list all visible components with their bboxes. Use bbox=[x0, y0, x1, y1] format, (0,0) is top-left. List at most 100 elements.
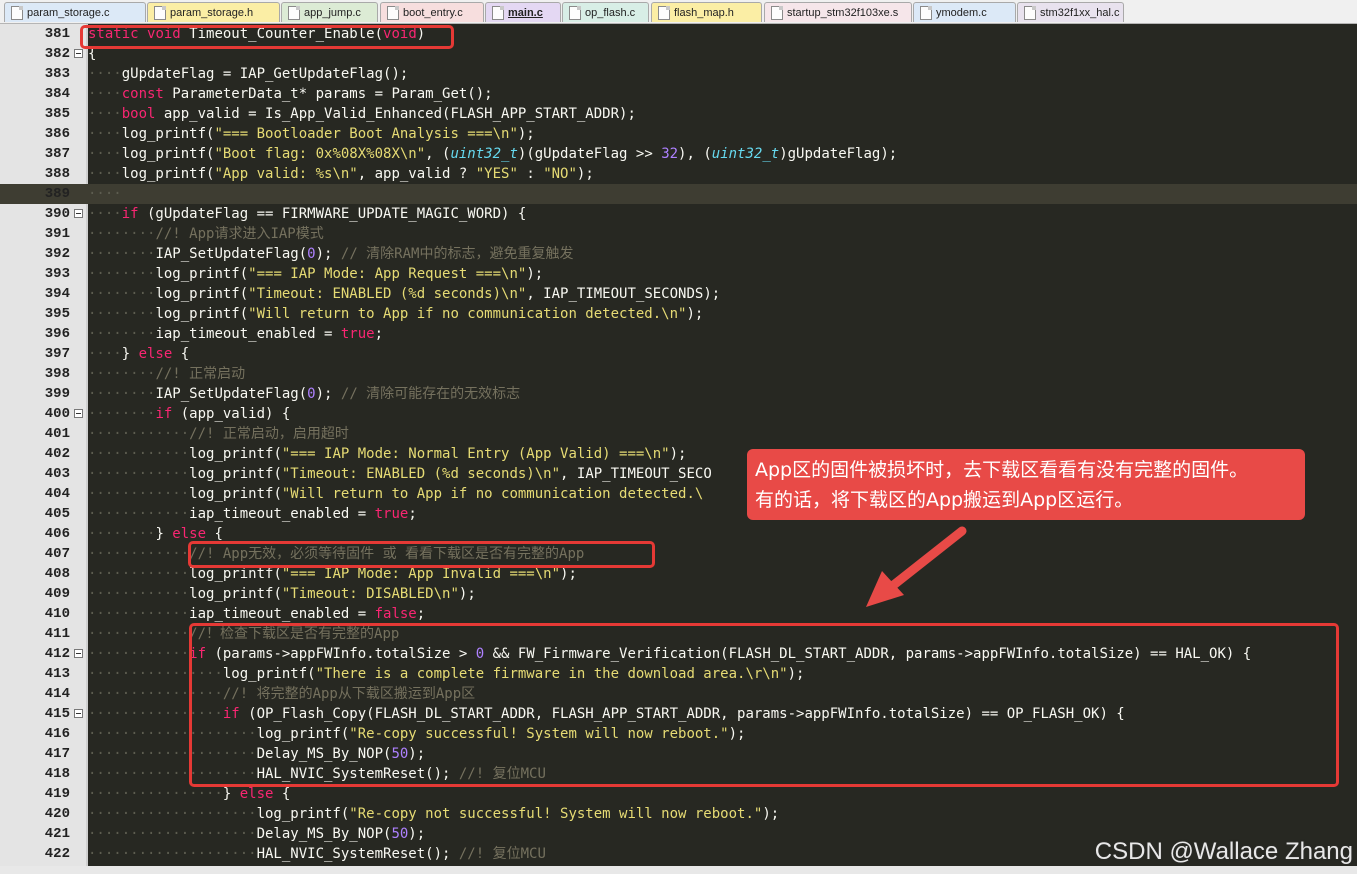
tab-stm32f1xx-hal-c[interactable]: stm32f1xx_hal.c bbox=[1017, 2, 1124, 22]
code-text: ····················log_printf("Re-copy … bbox=[88, 804, 779, 824]
code-line[interactable]: 412 ············if (params->appFWInfo.tot… bbox=[0, 644, 1357, 664]
code-line[interactable]: 396 ········iap_timeout_enabled = true; bbox=[0, 324, 1357, 344]
indent-guide: ················ bbox=[88, 686, 223, 702]
code-token: static bbox=[88, 26, 139, 42]
code-token: gUpdateFlag = IAP_GetUpdateFlag(); bbox=[121, 66, 409, 82]
indent-guide: ············ bbox=[88, 606, 190, 622]
code-token: log_printf( bbox=[189, 586, 282, 602]
code-text: { bbox=[88, 44, 96, 64]
line-number: 386 bbox=[44, 126, 70, 142]
code-text: ········IAP_SetUpdateFlag(0); // 清除可能存在的… bbox=[88, 384, 520, 404]
tab-op-flash-c[interactable]: op_flash.c bbox=[562, 2, 649, 22]
code-text: ················} else { bbox=[88, 784, 290, 804]
code-line[interactable]: 393 ········log_printf("=== IAP Mode: App… bbox=[0, 264, 1357, 284]
code-line[interactable]: 418 ····················HAL_NVIC_SystemRe… bbox=[0, 764, 1357, 784]
code-line[interactable]: 388 ····log_printf("App valid: %s\n", app… bbox=[0, 164, 1357, 184]
line-number: 415 bbox=[44, 706, 70, 722]
line-number: 384 bbox=[44, 86, 70, 102]
code-text: ····bool app_valid = Is_App_Valid_Enhanc… bbox=[88, 104, 636, 124]
code-token: else bbox=[172, 526, 207, 542]
tab-param-storage-h[interactable]: param_storage.h bbox=[147, 2, 280, 22]
tab-app-jump-c[interactable]: app_jump.c bbox=[281, 2, 378, 22]
code-line[interactable]: 384 ····const ParameterData_t* params = P… bbox=[0, 84, 1357, 104]
code-token: "There is a complete firmware in the dow… bbox=[315, 666, 788, 682]
indent-guide: ···· bbox=[88, 206, 122, 222]
code-token: , app_valid ? bbox=[357, 166, 476, 182]
code-line[interactable]: 400 ········if (app_valid) { bbox=[0, 404, 1357, 424]
code-token: , IAP_TIMEOUT_SECONDS); bbox=[526, 286, 721, 302]
code-line[interactable]: 415 ················if (OP_Flash_Copy(FLA… bbox=[0, 704, 1357, 724]
code-line[interactable]: 411 ············//！检查下载区是否有完整的App bbox=[0, 624, 1357, 644]
code-line[interactable]: 420 ····················log_printf("Re-co… bbox=[0, 804, 1357, 824]
tab-ymodem-c[interactable]: ymodem.c bbox=[913, 2, 1016, 22]
code-line[interactable]: 419 ················} else { bbox=[0, 784, 1357, 804]
code-line[interactable]: 386 ····log_printf("=== Bootloader Boot A… bbox=[0, 124, 1357, 144]
code-line[interactable]: 409 ············log_printf("Timeout: DISA… bbox=[0, 584, 1357, 604]
code-token: log_printf( bbox=[256, 726, 350, 742]
code-text: ········log_printf("Timeout: ENABLED (%d… bbox=[88, 284, 720, 304]
fold-toggle-icon[interactable] bbox=[74, 49, 83, 58]
code-line[interactable]: 399 ········IAP_SetUpdateFlag(0); // 清除可能… bbox=[0, 384, 1357, 404]
code-line[interactable]: 392 ········IAP_SetUpdateFlag(0); // 清除RA… bbox=[0, 244, 1357, 264]
code-line[interactable]: 391 ········//! App请求进入IAP模式 bbox=[0, 224, 1357, 244]
fold-toggle-icon[interactable] bbox=[74, 709, 83, 718]
code-token: log_printf( bbox=[155, 266, 249, 282]
code-line[interactable]: 398 ········//! 正常启动 bbox=[0, 364, 1357, 384]
code-token: log_printf( bbox=[189, 466, 282, 482]
code-line[interactable]: 389 ···· bbox=[0, 184, 1357, 204]
horizontal-scrollbar[interactable] bbox=[0, 866, 1357, 874]
code-token: ); bbox=[315, 246, 341, 262]
code-line[interactable]: 390 ····if (gUpdateFlag == FIRMWARE_UPDAT… bbox=[0, 204, 1357, 224]
code-text: ········IAP_SetUpdateFlag(0); // 清除RAM中的… bbox=[88, 244, 573, 264]
code-editor[interactable]: 381 static void Timeout_Counter_Enable(vo… bbox=[0, 24, 1357, 866]
code-line[interactable]: 397 ····} else { bbox=[0, 344, 1357, 364]
code-line[interactable]: 381 static void Timeout_Counter_Enable(vo… bbox=[0, 24, 1357, 44]
code-line[interactable]: 408 ············log_printf("=== IAP Mode:… bbox=[0, 564, 1357, 584]
file-icon bbox=[11, 6, 23, 20]
code-line[interactable]: 382 { bbox=[0, 44, 1357, 64]
code-line[interactable]: 394 ········log_printf("Timeout: ENABLED … bbox=[0, 284, 1357, 304]
indent-guide: ············ bbox=[88, 546, 190, 562]
code-token: log_printf( bbox=[121, 146, 215, 162]
code-line[interactable]: 385 ····bool app_valid = Is_App_Valid_Enh… bbox=[0, 104, 1357, 124]
line-number: 419 bbox=[44, 786, 70, 802]
code-text: ········if (app_valid) { bbox=[88, 404, 290, 424]
code-line[interactable]: 395 ········log_printf("Will return to Ap… bbox=[0, 304, 1357, 324]
tab-main-c[interactable]: main.c bbox=[485, 2, 561, 22]
tab-param-storage-c[interactable]: param_storage.c bbox=[4, 2, 146, 22]
tab-startup-stm32f103xe-s[interactable]: startup_stm32f103xe.s bbox=[764, 2, 912, 22]
indent-guide: ········ bbox=[88, 226, 156, 242]
code-line[interactable]: 410 ············iap_timeout_enabled = fal… bbox=[0, 604, 1357, 624]
code-line[interactable]: 401 ············//! 正常启动，启用超时 bbox=[0, 424, 1357, 444]
code-token: ); bbox=[408, 826, 426, 842]
tab-boot-entry-c[interactable]: boot_entry.c bbox=[380, 2, 484, 22]
fold-toggle-icon[interactable] bbox=[74, 409, 83, 418]
indent-guide: ········ bbox=[88, 406, 156, 422]
code-token: const bbox=[121, 86, 164, 102]
code-line[interactable]: 413 ················log_printf("There is … bbox=[0, 664, 1357, 684]
code-token: // 清除RAM中的标志，避免重复触发 bbox=[340, 246, 574, 262]
code-token: )gUpdateFlag); bbox=[779, 146, 898, 162]
code-token: "Will return to App if no communication … bbox=[281, 486, 704, 502]
tab-label: boot_entry.c bbox=[403, 7, 463, 19]
fold-toggle-icon[interactable] bbox=[74, 649, 83, 658]
code-line[interactable]: 407 ············//! App无效，必须等待固件 或 看看下载区是… bbox=[0, 544, 1357, 564]
code-line[interactable]: 416 ····················log_printf("Re-co… bbox=[0, 724, 1357, 744]
indent-guide: ···················· bbox=[88, 766, 257, 782]
code-text: ····gUpdateFlag = IAP_GetUpdateFlag(); bbox=[88, 64, 408, 84]
code-line[interactable]: 406 ········} else { bbox=[0, 524, 1357, 544]
line-number: 400 bbox=[44, 406, 70, 422]
code-token: log_printf( bbox=[155, 286, 249, 302]
line-number: 388 bbox=[44, 166, 70, 182]
fold-toggle-icon[interactable] bbox=[74, 209, 83, 218]
code-line[interactable]: 383 ····gUpdateFlag = IAP_GetUpdateFlag()… bbox=[0, 64, 1357, 84]
indent-guide: ···· bbox=[88, 106, 122, 122]
code-line[interactable]: 387 ····log_printf("Boot flag: 0x%08X%08X… bbox=[0, 144, 1357, 164]
tab-label: param_storage.h bbox=[170, 7, 254, 19]
code-line[interactable]: 417 ····················Delay_MS_By_NOP(5… bbox=[0, 744, 1357, 764]
tab-flash-map-h[interactable]: flash_map.h bbox=[651, 2, 762, 22]
indent-guide: ············ bbox=[88, 486, 190, 502]
code-token: iap_timeout_enabled = bbox=[155, 326, 341, 342]
code-line[interactable]: 414 ················//! 将完整的App从下载区搬运到App… bbox=[0, 684, 1357, 704]
